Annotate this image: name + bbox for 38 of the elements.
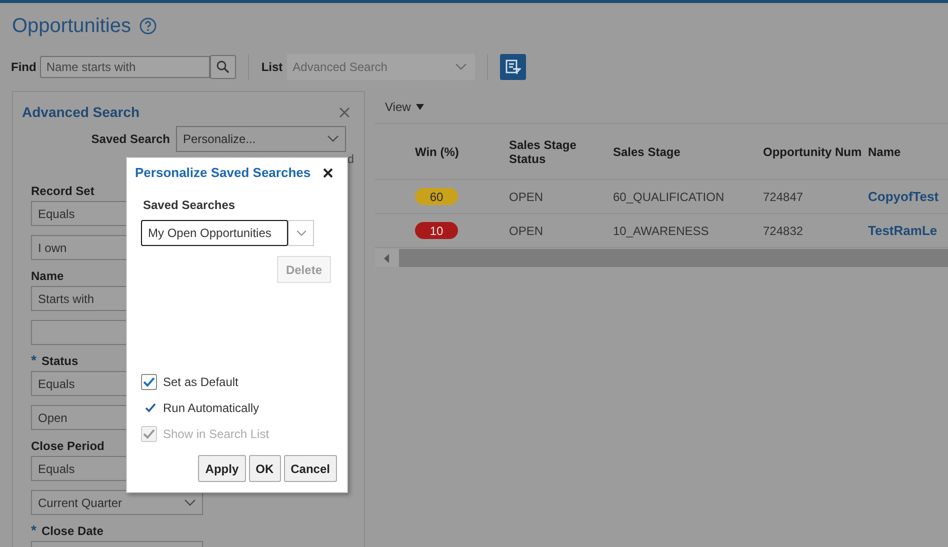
table-cell-text: 60_QUALIFICATION (613, 190, 726, 204)
table-cell-text: OPEN (509, 190, 544, 204)
table-cell-text: 10_AWARENESS (613, 224, 710, 238)
column-header[interactable]: Opportunity Num (763, 144, 868, 158)
name-link[interactable]: TestRamLe (868, 223, 948, 238)
win-badge: 10 (415, 222, 458, 239)
table-cell-text: 724832 (763, 224, 804, 238)
dialog-button[interactable]: Cancel (284, 455, 337, 482)
required-mark: * (31, 524, 36, 536)
dropdown-field[interactable]: Current Quarter (31, 490, 203, 515)
saved-search-label: Saved Search (91, 132, 170, 146)
table-cell-text: OPEN (509, 224, 544, 238)
option-label: Show in Search List (163, 427, 270, 441)
column-header[interactable]: Name (868, 144, 948, 158)
field-label: Name (31, 269, 64, 283)
column-header[interactable]: Sales Stage (613, 144, 763, 158)
name-link[interactable]: CopyofTest (868, 189, 948, 204)
win-badge: 60 (415, 188, 458, 205)
table-cell-text: 724847 (763, 190, 804, 204)
field-label: Close Period (31, 439, 104, 453)
find-field[interactable]: Name starts with (40, 56, 210, 78)
required-mark: * (31, 354, 36, 366)
dialog-button[interactable]: OK (248, 455, 281, 482)
field-label: Status (41, 354, 78, 368)
saved-searches-dropdown[interactable]: My Open Opportunities (141, 220, 288, 246)
view-menu[interactable]: View (385, 100, 411, 114)
find-label: Find (11, 60, 36, 74)
panel-title: Advanced Search (22, 104, 140, 120)
list-label: List (261, 60, 283, 74)
field-label: Close Date (41, 524, 104, 538)
dialog-title: Personalize Saved Searches (135, 165, 311, 180)
field-label: Record Set (31, 184, 94, 198)
column-header[interactable]: Win (%) (415, 144, 509, 158)
saved-search-dropdown[interactable]: Personalize... (176, 126, 346, 152)
page-title: Opportunities (12, 14, 131, 38)
column-header[interactable]: Sales Stage Status (509, 138, 599, 166)
partial-text: d (347, 152, 354, 168)
dialog-button[interactable]: Apply (198, 455, 246, 482)
